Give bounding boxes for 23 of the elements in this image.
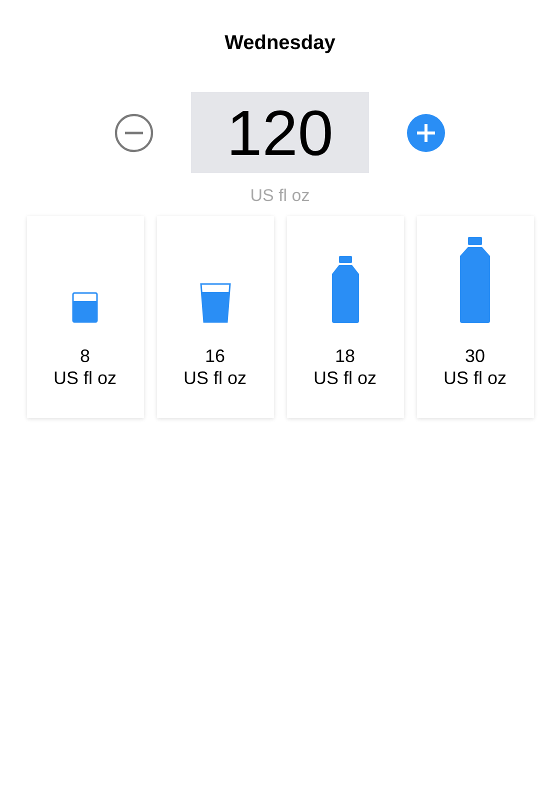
- amount-field[interactable]: 120: [191, 92, 369, 173]
- increase-button[interactable]: [406, 112, 446, 152]
- unit-label: US fl oz: [53, 367, 117, 389]
- preset-card[interactable]: 16 US fl oz: [156, 216, 274, 418]
- unit-label: US fl oz: [443, 367, 507, 389]
- unit-label: US fl oz: [183, 367, 247, 389]
- amount-label: 18: [334, 345, 356, 367]
- decrease-button[interactable]: [114, 112, 154, 152]
- preset-card[interactable]: 18 US fl oz: [286, 216, 404, 418]
- preset-card[interactable]: 30 US fl oz: [416, 216, 534, 418]
- glass-icon: [72, 292, 98, 323]
- bottle-icon: [459, 237, 491, 323]
- unit-label: US fl oz: [313, 367, 377, 389]
- glass-icon: [200, 283, 230, 323]
- amount-label: 8: [80, 345, 90, 367]
- amount-label: 30: [464, 345, 486, 367]
- bottle-icon: [330, 256, 360, 323]
- screen-title: Wednesday: [224, 31, 336, 55]
- amount-label: 16: [204, 345, 226, 367]
- minus-icon: [114, 112, 154, 152]
- preset-card[interactable]: 8 US fl oz: [26, 216, 144, 418]
- plus-icon: [406, 112, 446, 152]
- unit-label: US fl oz: [250, 185, 310, 207]
